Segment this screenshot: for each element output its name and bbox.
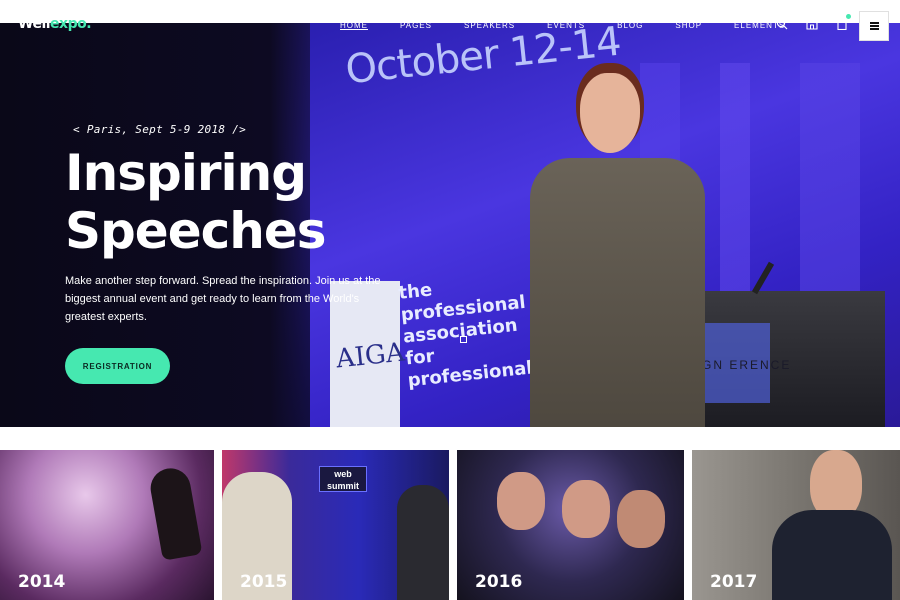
panelist-right — [397, 485, 449, 600]
hero-headline: Inspiring Speeches — [65, 144, 385, 260]
cart-badge — [846, 14, 851, 19]
gallery-item-2016[interactable]: 2016 — [457, 450, 684, 600]
hero-section: October 12-14 AIGA the professional asso… — [0, 23, 900, 427]
hamburger-lines — [869, 25, 879, 27]
logo-part-2: expo. — [50, 16, 92, 32]
nav-item-pages[interactable]: PAGES — [400, 21, 432, 30]
site-logo[interactable]: Wellexpo. — [18, 16, 92, 32]
nav-item-speakers[interactable]: SPEAKERS — [464, 21, 515, 30]
search-icon[interactable] — [776, 17, 788, 30]
speaker-suit — [772, 510, 892, 600]
web-summit-sign: web summit — [319, 466, 367, 492]
audience-face — [497, 472, 545, 530]
headline-line-2: Speeches — [65, 202, 327, 260]
audience-face — [562, 480, 610, 538]
raised-hand — [147, 465, 203, 561]
gallery-item-2014[interactable]: 2014 — [0, 450, 214, 600]
gallery-year: 2016 — [475, 572, 523, 592]
gallery-year: 2014 — [18, 572, 66, 592]
nav-item-shop[interactable]: SHOP — [675, 21, 702, 30]
speaker-body — [530, 158, 705, 427]
menu-icon[interactable] — [859, 11, 889, 41]
podium-text: GN ERENCE — [702, 358, 792, 372]
speaker-photo — [520, 73, 710, 427]
nav-item-events[interactable]: EVENTS — [547, 21, 585, 30]
slider-indicator[interactable] — [460, 336, 467, 343]
banner-tagline: the professional association for profess… — [397, 279, 534, 392]
gallery-item-2015[interactable]: web summit 2015 — [222, 450, 449, 600]
gallery-year: 2015 — [240, 572, 288, 592]
event-tagline: < Paris, Sept 5-9 2018 /> — [73, 123, 247, 136]
audience-face — [617, 490, 665, 548]
user-icon[interactable] — [806, 17, 818, 30]
logo-part-1: Well — [18, 16, 51, 32]
cart-icon[interactable] — [836, 14, 851, 31]
main-menu: HOME PAGES SPEAKERS EVENTS BLOG SHOP ELE… — [340, 21, 817, 30]
headline-line-1: Inspiring — [65, 144, 307, 202]
gallery-year: 2017 — [710, 572, 758, 592]
nav-icons — [776, 14, 851, 31]
hero-description: Make another step forward. Spread the in… — [65, 275, 381, 323]
year-gallery: 2014 web summit 2015 2016 2017 — [0, 450, 900, 600]
registration-button[interactable]: REGISTRATION — [65, 348, 170, 384]
speaker-head — [580, 73, 640, 153]
nav-item-home[interactable]: HOME — [340, 21, 368, 30]
gallery-item-2017[interactable]: 2017 — [692, 450, 900, 600]
hero-content: < Paris, Sept 5-9 2018 /> Inspiring Spee… — [65, 123, 385, 384]
nav-item-blog[interactable]: BLOG — [617, 21, 643, 30]
top-navigation: Wellexpo. HOME PAGES SPEAKERS EVENTS BLO… — [0, 0, 900, 45]
